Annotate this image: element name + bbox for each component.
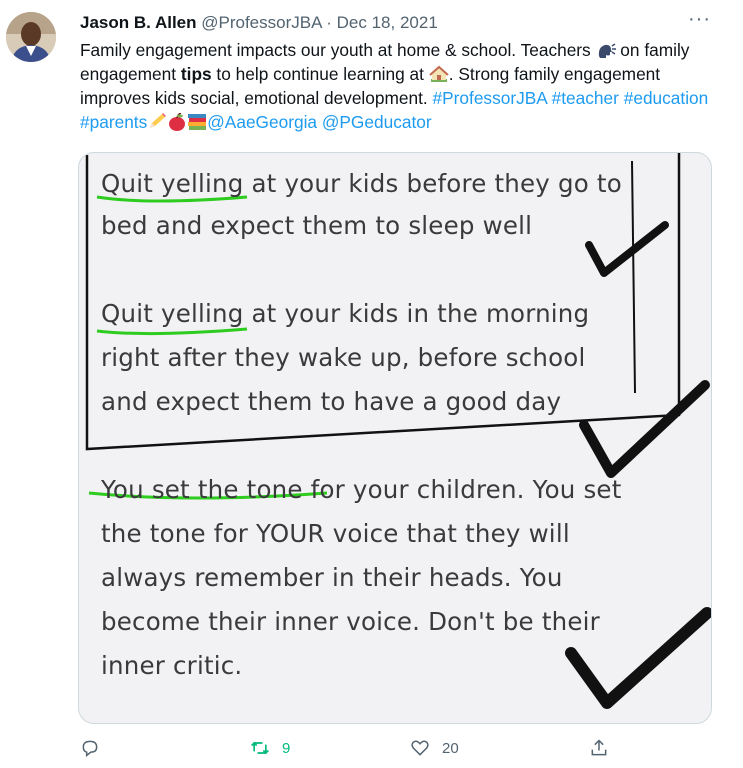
house-emoji [429,65,449,82]
more-options-icon[interactable]: ··· [688,8,711,31]
note-line: bed and expect them to sleep well [101,211,533,240]
hashtag-parents[interactable]: #parents [80,112,147,132]
reply-icon [82,740,98,758]
checkmark-icon [579,380,710,478]
note-line: inner critic. [101,651,243,680]
heart-icon [411,740,429,756]
note-line: become their inner voice. Don't be their [101,607,600,636]
note-line: the tone for YOUR voice that they will [101,519,570,548]
pencil-emoji [150,113,167,128]
share-icon [591,739,607,756]
author-name[interactable]: Jason B. Allen [80,13,197,32]
apple-emoji [169,113,186,131]
tweet-date[interactable]: Dec 18, 2021 [337,13,438,32]
avatar[interactable] [6,12,56,62]
note-line: and expect them to have a good day [101,387,562,416]
like-count: 20 [442,739,459,757]
hashtag-professorjba[interactable]: #ProfessorJBA [433,88,547,108]
retweet-count: 9 [282,739,291,757]
hashtag-teacher[interactable]: #teacher [552,88,619,108]
share-button[interactable] [589,738,609,758]
hashtag-education[interactable]: #education [624,88,709,108]
meta-separator: · [326,13,332,32]
text-segment: Family engagement impacts our youth at h… [80,40,596,60]
tweet-header: Jason B. Allen @ProfessorJBA · Dec 18, 2… [80,12,438,34]
author-handle[interactable]: @ProfessorJBA [201,13,321,32]
tweet-text: Family engagement impacts our youth at h… [80,38,720,134]
checkmark-icon [585,221,669,277]
speaking-head-emoji [598,43,616,58]
mention-pgeducator[interactable]: @PGeducator [322,112,432,132]
retweet-icon [251,741,269,755]
retweet-button[interactable]: 9 [250,738,290,758]
tweet-actions: 9 20 [0,738,743,768]
underline-quit-yelling-2 [96,327,248,336]
text-bold-tips: tips [180,64,212,84]
note-line: always remember in their heads. You [101,563,563,592]
tweet-image[interactable]: Quit yelling at your kids before they go… [78,152,712,724]
note-line: You set the tone for your children. You … [101,475,622,504]
like-button[interactable]: 20 [410,738,459,758]
note-line: Quit yelling at your kids before they go… [101,169,622,198]
books-emoji [188,114,207,130]
text-segment: to help continue learning at [211,64,429,84]
reply-button[interactable] [80,738,112,758]
mention-aaegeorgia[interactable]: @AaeGeorgia [207,112,317,132]
note-line: Quit yelling at your kids in the morning [101,299,590,328]
note-line: right after they wake up, before school [101,343,586,372]
